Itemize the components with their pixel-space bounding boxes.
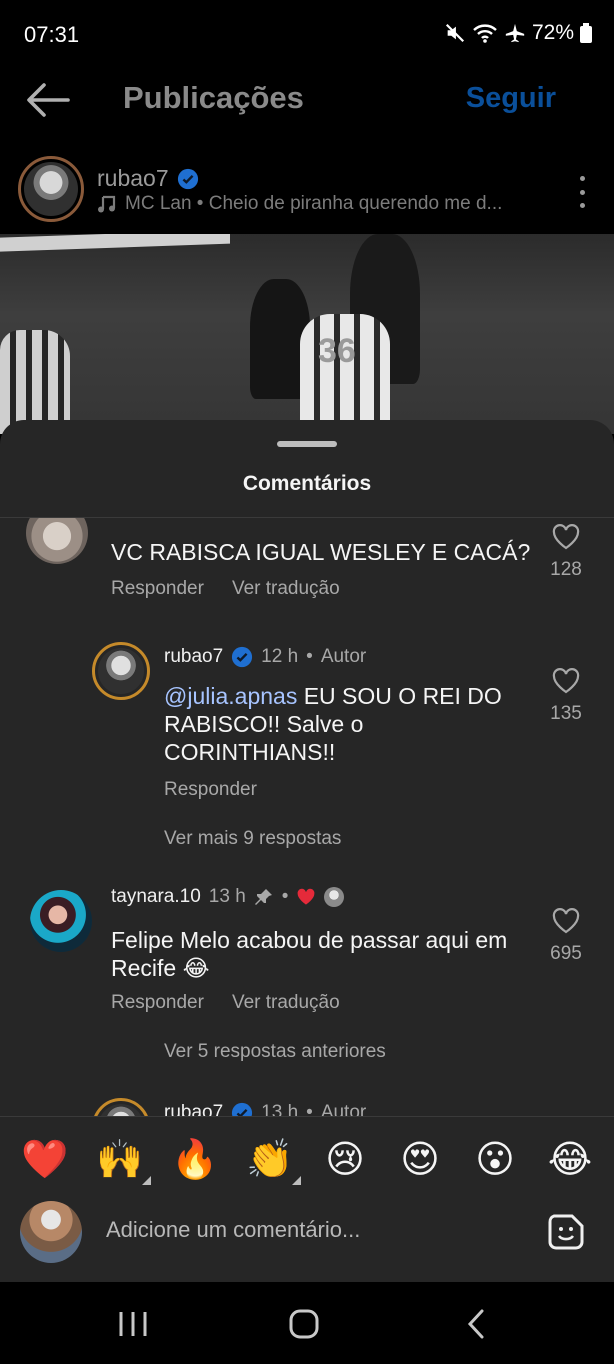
wifi-icon xyxy=(473,24,497,43)
system-nav-bar xyxy=(0,1282,614,1364)
battery-icon xyxy=(580,23,592,43)
music-note-icon xyxy=(98,195,116,213)
comment-username[interactable]: taynara.10 xyxy=(111,886,201,908)
page-title: Publicações xyxy=(123,80,304,115)
music-row[interactable]: MC Lan • Cheio de piranha querendo me d.… xyxy=(97,193,502,215)
author-badge: Autor xyxy=(320,1102,367,1116)
mention-link[interactable]: @julia.apnas xyxy=(164,683,297,709)
owner-username[interactable]: rubao7 xyxy=(97,165,169,192)
comment-actions: Responder Ver tradução xyxy=(111,992,340,1014)
home-icon[interactable] xyxy=(284,1306,324,1342)
status-bar: 07:31 72% xyxy=(0,0,614,68)
heart-outline-icon[interactable] xyxy=(552,524,580,550)
commenter-avatar[interactable] xyxy=(30,890,92,952)
verified-badge-icon xyxy=(232,646,253,668)
like-control[interactable]: 128 xyxy=(546,524,586,581)
creator-mini-avatar xyxy=(324,887,345,907)
post-image[interactable]: 36 xyxy=(0,234,614,434)
comment-composer: Adicione um comentário... xyxy=(0,1196,614,1282)
back-arrow-icon[interactable] xyxy=(24,80,70,120)
top-header: Publicações Seguir xyxy=(0,68,614,138)
like-count: 135 xyxy=(550,703,582,724)
status-time: 07:31 xyxy=(24,22,80,47)
reply-item: rubao7 12 h • Autor @julia.apnas EU SOU … xyxy=(0,638,614,878)
my-avatar xyxy=(20,1201,82,1263)
comment-header: taynara.10 13 h • xyxy=(111,886,345,908)
emoji-clapping[interactable]: 👏 xyxy=(245,1135,301,1185)
heart-outline-icon[interactable] xyxy=(552,908,580,934)
heart-outline-icon[interactable] xyxy=(552,668,580,694)
reply-header: rubao7 12 h • Autor xyxy=(164,646,366,668)
reply-actions: Responder xyxy=(164,779,257,801)
reply-username[interactable]: rubao7 xyxy=(164,1102,223,1116)
battery-percent: 72% xyxy=(531,21,574,44)
comment-list[interactable]: VC RABISCA IGUAL WESLEY E CACÁ? Responde… xyxy=(0,518,614,1116)
comment-time: 13 h xyxy=(208,886,246,907)
post-owner-row: rubao7 MC Lan • Cheio de piranha querend… xyxy=(0,148,614,234)
reply-button[interactable]: Responder xyxy=(111,578,204,600)
verified-badge-icon xyxy=(232,1102,253,1116)
status-icons: 72% xyxy=(444,21,592,45)
airplane-icon xyxy=(505,23,525,43)
like-count: 695 xyxy=(550,943,582,964)
comment-item: taynara.10 13 h • Felipe Melo acabou de … xyxy=(0,870,614,1070)
sticker-icon[interactable] xyxy=(546,1212,586,1252)
author-avatar[interactable] xyxy=(92,1098,150,1116)
emoji-tears-of-joy[interactable]: 😂 xyxy=(545,1135,595,1185)
emoji-surprised[interactable]: 😮 xyxy=(470,1135,520,1185)
separator-dot: • xyxy=(306,1102,313,1116)
emoji-crying[interactable]: 😢 xyxy=(320,1135,370,1185)
comment-item: VC RABISCA IGUAL WESLEY E CACÁ? Responde… xyxy=(0,518,614,628)
author-avatar[interactable] xyxy=(92,642,150,700)
view-previous-replies[interactable]: Ver 5 respostas anteriores xyxy=(164,1041,386,1063)
comments-sheet: Comentários VC RABISCA IGUAL WESLEY E CA… xyxy=(0,420,614,1282)
music-label: MC Lan • Cheio de piranha querendo me d.… xyxy=(125,193,503,214)
emoji-heart[interactable]: ❤️ xyxy=(20,1135,70,1185)
reply-time: 12 h xyxy=(261,646,299,667)
recent-apps-icon[interactable] xyxy=(113,1306,153,1342)
emoji-fire[interactable]: 🔥 xyxy=(170,1135,220,1185)
sheet-drag-handle[interactable] xyxy=(277,441,337,447)
mute-icon xyxy=(445,23,464,43)
follow-button[interactable]: Seguir xyxy=(466,82,556,115)
emoji-heart-eyes[interactable]: 😍 xyxy=(395,1135,445,1185)
like-control[interactable]: 695 xyxy=(546,908,586,965)
creator-liked-heart-icon xyxy=(298,888,315,905)
pin-icon xyxy=(254,889,272,905)
author-badge: Autor xyxy=(320,646,367,667)
like-count: 128 xyxy=(550,559,582,580)
separator-dot: • xyxy=(281,886,289,907)
reply-button[interactable]: Responder xyxy=(111,992,204,1014)
reply-username[interactable]: rubao7 xyxy=(164,646,223,668)
reply-item: rubao7 13 h • Autor xyxy=(0,1096,614,1116)
comment-text: Felipe Melo acabou de passar aqui em Rec… xyxy=(111,927,508,981)
comment-text: VC RABISCA IGUAL WESLEY E CACÁ? xyxy=(111,539,531,565)
sheet-title: Comentários xyxy=(242,472,372,495)
emoji-quick-bar: ❤️ 🙌 🔥 👏 😢 😍 😮 😂 xyxy=(0,1116,614,1206)
see-translation-button[interactable]: Ver tradução xyxy=(232,578,340,600)
reply-header: rubao7 13 h • Autor xyxy=(164,1102,366,1116)
see-translation-button[interactable]: Ver tradução xyxy=(232,992,340,1014)
commenter-avatar[interactable] xyxy=(26,518,88,564)
back-nav-icon[interactable] xyxy=(458,1306,498,1342)
reply-time: 13 h xyxy=(261,1102,299,1116)
separator-dot: • xyxy=(306,646,313,667)
emoji-raised-hands[interactable]: 🙌 xyxy=(95,1135,151,1185)
reply-button[interactable]: Responder xyxy=(164,779,257,801)
verified-badge-icon xyxy=(177,168,198,189)
owner-name-row[interactable]: rubao7 xyxy=(97,165,199,192)
reply-text: @julia.apnas EU SOU O REI DO RABISCO!! S… xyxy=(164,683,502,765)
owner-avatar[interactable] xyxy=(18,156,84,222)
like-control[interactable]: 135 xyxy=(546,668,586,725)
comment-input[interactable]: Adicione um comentário... xyxy=(106,1217,526,1243)
view-more-replies[interactable]: Ver mais 9 respostas xyxy=(164,828,341,850)
more-options-icon[interactable] xyxy=(578,176,586,208)
comment-actions: Responder Ver tradução xyxy=(111,578,340,600)
